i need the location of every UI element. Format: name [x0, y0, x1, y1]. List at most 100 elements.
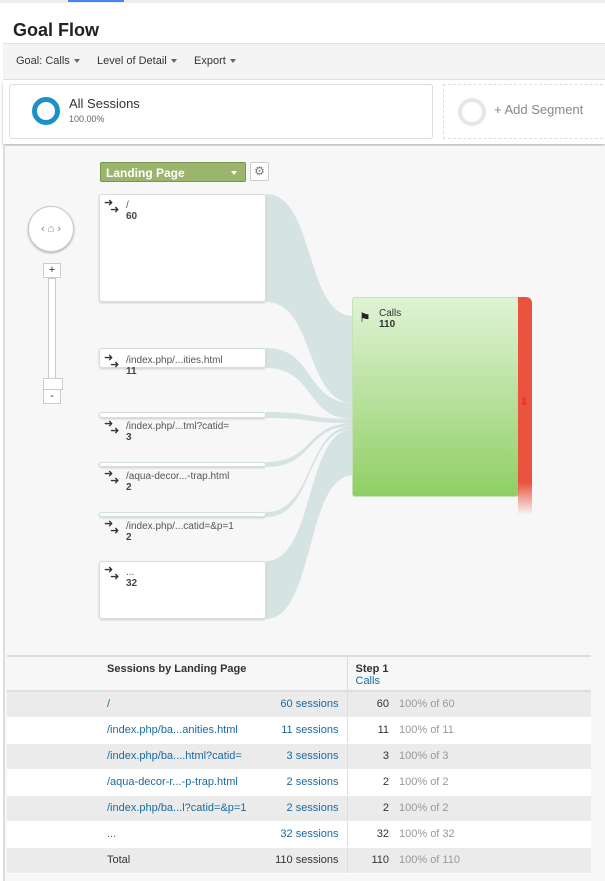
home-icon[interactable]: ⌂ — [48, 223, 55, 235]
zoom-out-button[interactable]: - — [43, 389, 61, 404]
node-label: /index.php/...catid=&p=1 — [126, 521, 234, 532]
header-step-goal[interactable]: Calls — [356, 675, 380, 687]
node-text: /aqua-decor...-trap.html 2 — [126, 471, 229, 493]
flow-node-label[interactable]: ➜ ➜ /index.php/...catid=&p=1 2 — [104, 518, 234, 544]
flow-node-label[interactable]: ➜ ➜ /index.php/...tml?catid= 3 — [104, 419, 229, 444]
step-percent: 100% of 11 — [389, 717, 591, 744]
goal-name: Calls — [379, 308, 402, 319]
landing-arrows-icon: ➜ ➜ — [104, 197, 120, 216]
node-label: / — [126, 200, 129, 211]
segment-percent: 100.00% — [69, 114, 105, 124]
flow-node[interactable] — [99, 512, 266, 517]
landing-page[interactable]: /index.php/ba...anities.html — [107, 717, 247, 744]
node-label: /index.php/...tml?catid= — [126, 421, 230, 432]
sessions-link[interactable]: 60 sessions — [247, 691, 348, 718]
node-text: /index.php/...ities.html 11 — [126, 355, 223, 377]
node-label: ... — [126, 567, 135, 578]
table-row[interactable]: ... 32 sessions 32 100% of 32 — [7, 821, 591, 848]
table-row[interactable]: /index.php/ba...anities.html 11 sessions 1… — [7, 717, 591, 744]
pan-left-icon[interactable]: ‹ — [41, 223, 45, 235]
add-segment-button[interactable]: + Add Segment — [443, 84, 605, 139]
node-value: 32 — [126, 578, 138, 589]
header-step-label: Step 1 — [355, 663, 389, 675]
sessions-link[interactable]: 11 sessions — [247, 717, 348, 744]
zoom-slider-track[interactable] — [48, 278, 56, 382]
step-percent: 100% of 2 — [389, 769, 591, 796]
landing-page[interactable]: /index.php/ba...l?catid=&p=1 — [107, 795, 247, 822]
caret-down-icon — [229, 59, 236, 64]
landing-arrows-icon: ➜ ➜ — [104, 468, 120, 487]
landing-arrows-icon: ➜ ➜ — [104, 564, 120, 583]
flow-link[interactable] — [266, 429, 353, 619]
flow-link[interactable] — [266, 194, 353, 403]
sessions-link[interactable]: 32 sessions — [247, 821, 348, 848]
sessions-link[interactable]: 3 sessions — [247, 743, 348, 770]
flow-node-label[interactable]: ➜ ➜ /60 — [104, 197, 137, 223]
flow-node-label[interactable]: ➜ ➜ /index.php/...ities.html 11 — [104, 353, 223, 378]
sessions-link[interactable]: 2 sessions — [247, 795, 348, 822]
sessions-link[interactable]: 2 sessions — [247, 769, 348, 796]
landing-page[interactable]: /aqua-decor-r...-p-trap.html — [107, 769, 247, 796]
goal-value: 110 — [379, 319, 396, 330]
table-row[interactable]: /aqua-decor-r...-p-trap.html 2 sessions 2 1… — [7, 769, 591, 796]
exit-arrow-icon: ⇩ — [520, 397, 529, 408]
gear-icon[interactable]: ⚙ — [250, 162, 269, 181]
goal-label: Calls 110 — [379, 308, 401, 330]
dimension-dropdown[interactable]: Landing Page — [100, 162, 246, 182]
flow-node-label[interactable]: ➜ ➜ /aqua-decor...-trap.html 2 — [104, 468, 229, 494]
landing-page[interactable]: /index.php/ba....html?catid= — [107, 743, 247, 770]
caret-down-icon — [231, 171, 237, 175]
landing-page[interactable]: Total — [107, 847, 247, 874]
caret-down-icon — [73, 59, 80, 64]
step-count: 2 — [347, 769, 389, 796]
node-text: /index.php/...catid=&p=1 2 — [126, 521, 234, 543]
goal-node-calls[interactable]: ⚑ Calls 110 — [352, 297, 519, 497]
step-count: 2 — [347, 795, 389, 822]
step-percent: 100% of 60 — [389, 691, 591, 718]
table-row[interactable]: /index.php/ba...l?catid=&p=1 2 sessions 2 1… — [7, 795, 591, 822]
goal-selector[interactable]: Goal: Calls — [16, 55, 80, 67]
step-percent: 100% of 3 — [389, 743, 591, 770]
landing-page[interactable]: / — [107, 691, 247, 718]
node-text: /60 — [126, 200, 137, 222]
node-label: /index.php/...ities.html — [126, 355, 223, 366]
header-landing: Sessions by Landing Page — [107, 655, 348, 692]
pan-right-icon[interactable]: › — [57, 223, 61, 235]
flow-node-label[interactable]: ➜ ➜... 32 — [104, 564, 138, 590]
toolbar: Goal: Calls Level of Detail Export — [3, 43, 605, 80]
table-header: Sessions by Landing Page Step 1 Calls — [7, 655, 591, 692]
node-text: /index.php/...tml?catid= 3 — [126, 421, 229, 443]
flow-node[interactable] — [99, 412, 266, 418]
export-menu[interactable]: Export — [194, 55, 236, 67]
exit-bar[interactable]: ⇩ — [518, 297, 532, 515]
node-value: 60 — [126, 211, 138, 222]
landing-page[interactable]: ... — [107, 821, 247, 848]
top-bar — [0, 0, 605, 3]
pan-home-control[interactable]: ‹ ⌂ › — [28, 206, 74, 252]
table-row[interactable]: /60 sessions 60 100% of 60 — [7, 691, 591, 718]
segment-all-sessions[interactable]: All Sessions 100.00% — [9, 84, 433, 139]
table-total-row[interactable]: Total 110 sessions 110 100% of 110 — [7, 847, 591, 874]
step-percent: 100% of 110 — [389, 847, 591, 874]
header-step: Step 1 Calls — [347, 655, 591, 692]
node-value: 2 — [126, 532, 132, 543]
segment-name: All Sessions — [69, 96, 140, 111]
step-count: 11 — [347, 717, 389, 744]
step-count: 110 — [347, 847, 389, 874]
zoom-in-button[interactable]: + — [43, 263, 61, 278]
step-count: 3 — [347, 743, 389, 770]
step-percent: 100% of 32 — [389, 821, 591, 848]
dimension-label: Landing Page — [106, 166, 185, 180]
flow-node[interactable] — [99, 462, 266, 467]
active-tab-indicator — [68, 0, 124, 2]
table-row[interactable]: /index.php/ba....html?catid= 3 sessions 3 1… — [7, 743, 591, 770]
segment-ring-icon — [32, 97, 60, 125]
segment-bar: All Sessions 100.00% + Add Segment — [3, 80, 605, 144]
goal-label: Goal: Calls — [16, 55, 70, 67]
level-of-detail-menu[interactable]: Level of Detail — [97, 55, 177, 67]
node-value: 3 — [126, 432, 132, 443]
sessions-table: Sessions by Landing Page Step 1 Calls /60… — [7, 655, 591, 874]
sessions-link[interactable]: 110 sessions — [247, 847, 348, 874]
detail-label: Level of Detail — [97, 55, 167, 67]
landing-arrows-icon: ➜ ➜ — [104, 518, 120, 537]
